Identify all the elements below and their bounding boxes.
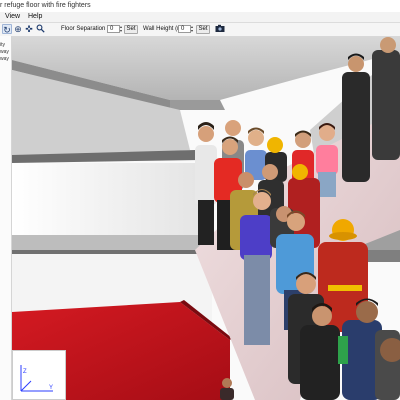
side-panel-item[interactable]: way xyxy=(0,56,11,63)
camera-icon[interactable] xyxy=(214,24,226,34)
magnifier-icon[interactable] xyxy=(35,24,45,34)
pan-icon[interactable]: ✜ xyxy=(24,24,34,34)
camera-glyph xyxy=(215,24,225,32)
axis-orientation-widget: Z Y xyxy=(12,350,66,400)
side-panel-item[interactable]: ity xyxy=(0,42,11,49)
menu-help[interactable]: Help xyxy=(25,12,45,22)
z-axis-label: Z xyxy=(23,369,27,375)
3d-viewport[interactable] xyxy=(12,36,400,400)
menu-bar: View Help xyxy=(0,12,400,22)
side-panel: ity way way xyxy=(0,36,12,400)
menu-view[interactable]: View xyxy=(0,12,23,22)
person-figure xyxy=(375,330,400,400)
window-titlebar: r refuge floor with fire fighters xyxy=(0,0,400,12)
middle-floor-slab xyxy=(12,235,205,252)
axis-gizmo: Z Y xyxy=(20,365,53,392)
person-figure xyxy=(372,37,400,160)
toolbar: ↻ ⊕ ✜ Floor Separation (m): 0 ▴ ▾ Set Wal… xyxy=(0,22,400,37)
window-title: r refuge floor with fire fighters xyxy=(0,2,91,9)
floor-separation-set-button[interactable]: Set xyxy=(124,25,138,34)
person-figure xyxy=(342,53,370,182)
magnifier-glyph xyxy=(36,24,45,33)
far-wall xyxy=(12,163,202,235)
rotate-view-icon[interactable]: ↻ xyxy=(2,24,12,35)
zoom-icon[interactable]: ⊕ xyxy=(13,24,23,34)
person-figure xyxy=(338,336,348,364)
application-window: r refuge floor with fire fighters View H… xyxy=(0,0,400,400)
side-panel-item[interactable]: way xyxy=(0,49,11,56)
wall-height-set-button[interactable]: Set xyxy=(196,25,210,34)
wall-height-spinner[interactable]: ▴ ▾ xyxy=(190,25,194,33)
middle-floor-edge xyxy=(12,250,205,254)
floor-separation-spinner[interactable]: ▴ ▾ xyxy=(119,25,123,33)
upper-ceiling-edge xyxy=(170,100,225,110)
scene-render xyxy=(12,36,400,400)
y-axis-label: Y xyxy=(49,385,53,391)
